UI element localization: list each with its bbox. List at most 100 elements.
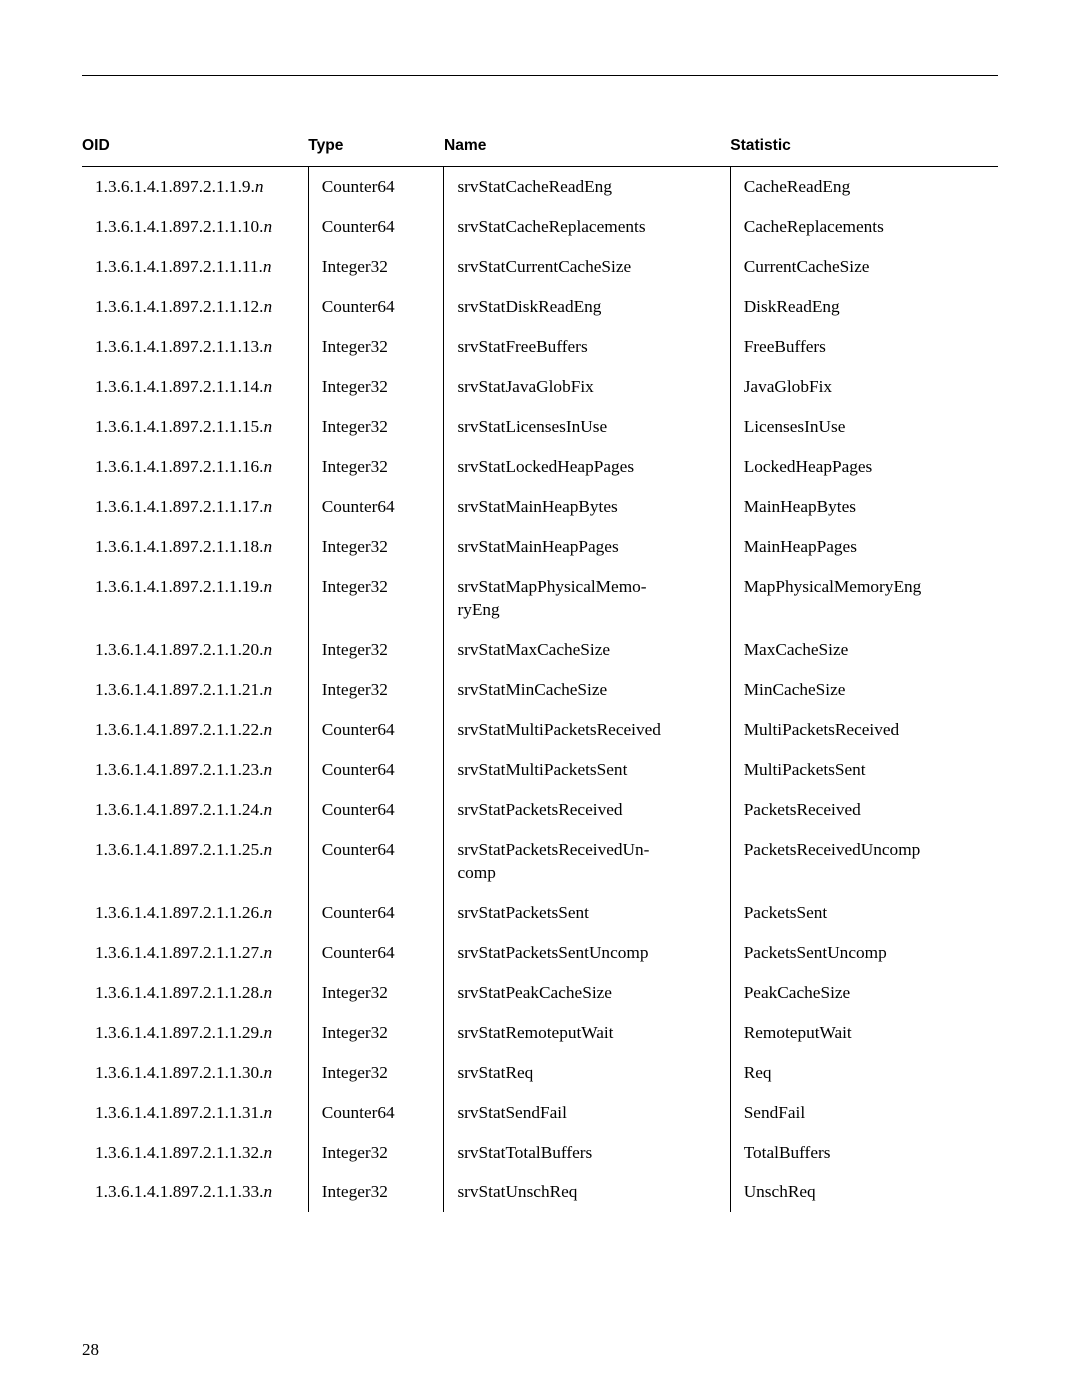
name-cell: srvStatJavaGlobFix <box>444 367 730 407</box>
table-row: 1.3.6.1.4.1.897.2.1.1.18.nInteger32srvSt… <box>82 526 998 566</box>
table-row: 1.3.6.1.4.1.897.2.1.1.19.nInteger32srvSt… <box>82 566 998 629</box>
statistic-cell: PacketsReceivedUncomp <box>730 829 998 892</box>
statistic-cell: UnschReq <box>730 1172 998 1212</box>
oid-suffix: n <box>264 1023 273 1042</box>
name-cell: srvStatRemoteputWait <box>444 1012 730 1052</box>
oid-cell: 1.3.6.1.4.1.897.2.1.1.20.n <box>82 630 308 670</box>
name-cell: srvStatPacketsReceivedUn- comp <box>444 829 730 892</box>
name-cell: srvStatMinCacheSize <box>444 670 730 710</box>
statistic-cell: CacheReplacements <box>730 207 998 247</box>
table-header-row: OID Type Name Statistic <box>82 131 998 167</box>
table-row: 1.3.6.1.4.1.897.2.1.1.22.nCounter64srvSt… <box>82 710 998 750</box>
table-row: 1.3.6.1.4.1.897.2.1.1.23.nCounter64srvSt… <box>82 749 998 789</box>
table-row: 1.3.6.1.4.1.897.2.1.1.32.nInteger32srvSt… <box>82 1132 998 1172</box>
oid-cell: 1.3.6.1.4.1.897.2.1.1.10.n <box>82 207 308 247</box>
header-oid: OID <box>82 131 308 167</box>
statistic-cell: LockedHeapPages <box>730 447 998 487</box>
oid-cell: 1.3.6.1.4.1.897.2.1.1.28.n <box>82 973 308 1013</box>
name-cell: srvStatCurrentCacheSize <box>444 247 730 287</box>
name-cell: srvStatPacketsReceived <box>444 789 730 829</box>
oid-suffix: n <box>264 497 273 516</box>
oid-cell: 1.3.6.1.4.1.897.2.1.1.18.n <box>82 526 308 566</box>
oid-suffix: n <box>264 377 273 396</box>
name-cell: srvStatMaxCacheSize <box>444 630 730 670</box>
oid-suffix: n <box>264 1143 273 1162</box>
table-row: 1.3.6.1.4.1.897.2.1.1.31.nCounter64srvSt… <box>82 1092 998 1132</box>
statistic-cell: FreeBuffers <box>730 327 998 367</box>
oid-suffix: n <box>264 680 273 699</box>
name-cell: srvStatPacketsSent <box>444 893 730 933</box>
oid-prefix: 1.3.6.1.4.1.897.2.1.1.33. <box>95 1182 264 1201</box>
oid-cell: 1.3.6.1.4.1.897.2.1.1.23.n <box>82 749 308 789</box>
statistic-cell: MaxCacheSize <box>730 630 998 670</box>
statistic-cell: MultiPacketsSent <box>730 749 998 789</box>
name-cell: srvStatMultiPacketsReceived <box>444 710 730 750</box>
table-row: 1.3.6.1.4.1.897.2.1.1.13.nInteger32srvSt… <box>82 327 998 367</box>
oid-prefix: 1.3.6.1.4.1.897.2.1.1.21. <box>95 680 264 699</box>
statistic-cell: MultiPacketsReceived <box>730 710 998 750</box>
type-cell: Integer32 <box>308 670 444 710</box>
type-cell: Counter64 <box>308 829 444 892</box>
statistic-cell: MainHeapBytes <box>730 487 998 527</box>
statistic-cell: Req <box>730 1052 998 1092</box>
type-cell: Integer32 <box>308 1172 444 1212</box>
table-row: 1.3.6.1.4.1.897.2.1.1.15.nInteger32srvSt… <box>82 407 998 447</box>
oid-suffix: n <box>264 1063 273 1082</box>
oid-suffix: n <box>264 720 273 739</box>
type-cell: Counter64 <box>308 1092 444 1132</box>
oid-prefix: 1.3.6.1.4.1.897.2.1.1.11. <box>95 257 263 276</box>
oid-table: OID Type Name Statistic 1.3.6.1.4.1.897.… <box>82 131 998 1212</box>
table-row: 1.3.6.1.4.1.897.2.1.1.21.nInteger32srvSt… <box>82 670 998 710</box>
oid-cell: 1.3.6.1.4.1.897.2.1.1.15.n <box>82 407 308 447</box>
oid-suffix: n <box>263 257 272 276</box>
oid-cell: 1.3.6.1.4.1.897.2.1.1.16.n <box>82 447 308 487</box>
table-row: 1.3.6.1.4.1.897.2.1.1.20.nInteger32srvSt… <box>82 630 998 670</box>
table-row: 1.3.6.1.4.1.897.2.1.1.33.nInteger32srvSt… <box>82 1172 998 1212</box>
oid-cell: 1.3.6.1.4.1.897.2.1.1.24.n <box>82 789 308 829</box>
statistic-cell: MainHeapPages <box>730 526 998 566</box>
name-cell: srvStatPacketsSentUncomp <box>444 933 730 973</box>
oid-prefix: 1.3.6.1.4.1.897.2.1.1.13. <box>95 337 264 356</box>
statistic-cell: PacketsSent <box>730 893 998 933</box>
type-cell: Counter64 <box>308 710 444 750</box>
table-row: 1.3.6.1.4.1.897.2.1.1.16.nInteger32srvSt… <box>82 447 998 487</box>
header-stat: Statistic <box>730 131 998 167</box>
oid-cell: 1.3.6.1.4.1.897.2.1.1.21.n <box>82 670 308 710</box>
oid-suffix: n <box>264 577 273 596</box>
header-type: Type <box>308 131 444 167</box>
oid-cell: 1.3.6.1.4.1.897.2.1.1.29.n <box>82 1012 308 1052</box>
oid-suffix: n <box>264 537 273 556</box>
oid-prefix: 1.3.6.1.4.1.897.2.1.1.17. <box>95 497 264 516</box>
oid-cell: 1.3.6.1.4.1.897.2.1.1.31.n <box>82 1092 308 1132</box>
name-cell: srvStatDiskReadEng <box>444 287 730 327</box>
type-cell: Counter64 <box>308 789 444 829</box>
oid-prefix: 1.3.6.1.4.1.897.2.1.1.15. <box>95 417 264 436</box>
type-cell: Integer32 <box>308 1132 444 1172</box>
oid-suffix: n <box>264 337 273 356</box>
statistic-cell: MinCacheSize <box>730 670 998 710</box>
table-row: 1.3.6.1.4.1.897.2.1.1.29.nInteger32srvSt… <box>82 1012 998 1052</box>
statistic-cell: CacheReadEng <box>730 167 998 207</box>
oid-prefix: 1.3.6.1.4.1.897.2.1.1.31. <box>95 1103 264 1122</box>
table-row: 1.3.6.1.4.1.897.2.1.1.12.nCounter64srvSt… <box>82 287 998 327</box>
name-cell: srvStatTotalBuffers <box>444 1132 730 1172</box>
name-cell: srvStatLockedHeapPages <box>444 447 730 487</box>
oid-cell: 1.3.6.1.4.1.897.2.1.1.22.n <box>82 710 308 750</box>
oid-prefix: 1.3.6.1.4.1.897.2.1.1.23. <box>95 760 264 779</box>
oid-cell: 1.3.6.1.4.1.897.2.1.1.17.n <box>82 487 308 527</box>
name-cell: srvStatSendFail <box>444 1092 730 1132</box>
oid-suffix: n <box>264 417 273 436</box>
oid-suffix: n <box>264 1103 273 1122</box>
oid-prefix: 1.3.6.1.4.1.897.2.1.1.12. <box>95 297 264 316</box>
oid-suffix: n <box>255 177 264 196</box>
oid-prefix: 1.3.6.1.4.1.897.2.1.1.16. <box>95 457 264 476</box>
oid-cell: 1.3.6.1.4.1.897.2.1.1.27.n <box>82 933 308 973</box>
type-cell: Integer32 <box>308 630 444 670</box>
oid-cell: 1.3.6.1.4.1.897.2.1.1.19.n <box>82 566 308 629</box>
type-cell: Integer32 <box>308 566 444 629</box>
type-cell: Counter64 <box>308 893 444 933</box>
type-cell: Counter64 <box>308 749 444 789</box>
name-cell: srvStatLicensesInUse <box>444 407 730 447</box>
type-cell: Counter64 <box>308 487 444 527</box>
oid-cell: 1.3.6.1.4.1.897.2.1.1.26.n <box>82 893 308 933</box>
